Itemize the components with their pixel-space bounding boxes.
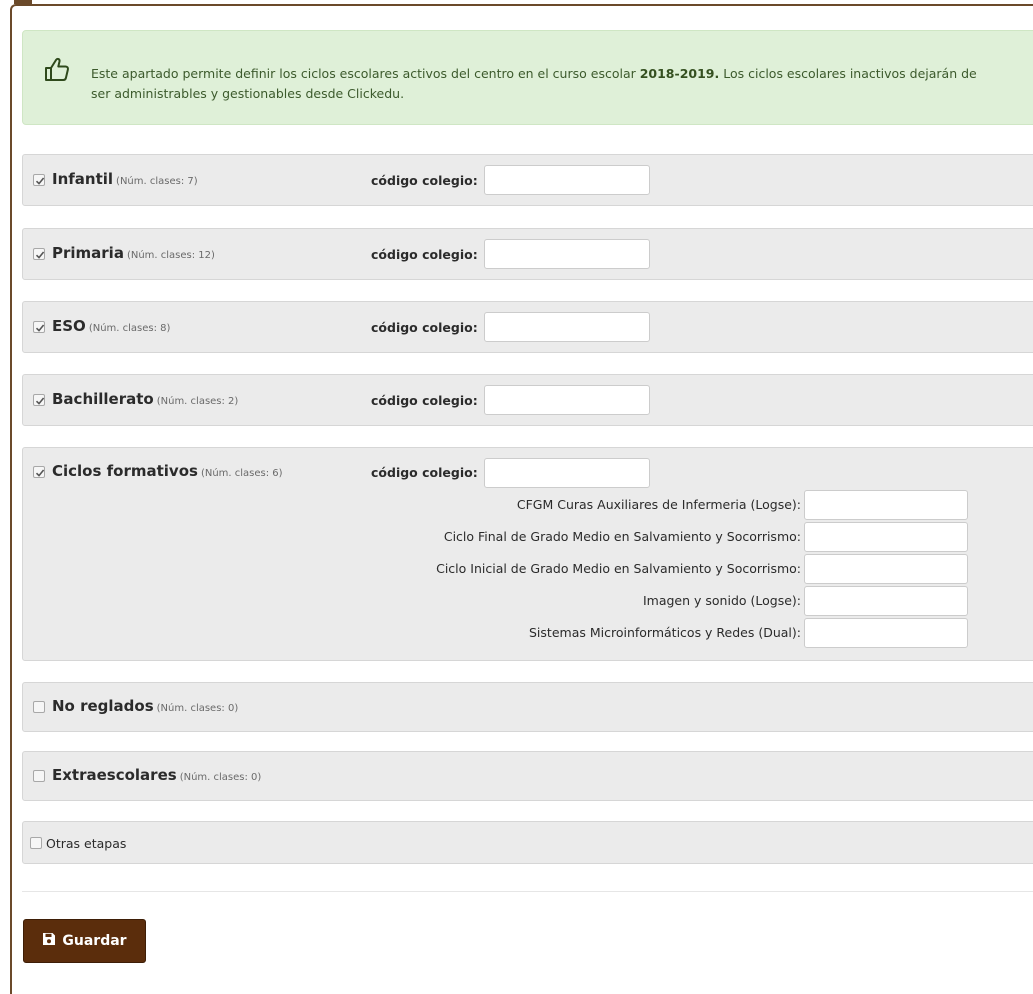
alert-school-year: 2018-2019. xyxy=(639,66,720,81)
alert-text-before: Este apartado permite definir los ciclos… xyxy=(91,66,640,81)
code-input-primaria[interactable] xyxy=(484,239,650,269)
stage-row-primaria: Primaria (Núm. clases: 12) código colegio… xyxy=(22,228,1033,280)
stage-label-bachillerato: Bachillerato (Núm. clases: 2) xyxy=(52,390,238,408)
floppy-disk-icon xyxy=(42,932,56,950)
alert-message: Este apartado permite definir los ciclos… xyxy=(91,64,991,104)
stage-label-extraescolares: Extraescolares (Núm. clases: 0) xyxy=(52,766,261,784)
stage-row-ciclos-formativos: Ciclos formativos (Núm. clases: 6) código… xyxy=(22,447,1033,661)
stage-name: No reglados xyxy=(52,697,154,715)
stage-name: Infantil xyxy=(52,170,114,188)
thumbs-up-icon xyxy=(43,55,71,83)
code-input-eso[interactable] xyxy=(484,312,650,342)
stage-name: ESO xyxy=(52,317,86,335)
stage-name: Bachillerato xyxy=(52,390,154,408)
stage-row-extraescolares: Extraescolares (Núm. clases: 0) xyxy=(22,751,1033,801)
code-label: código colegio: xyxy=(371,320,478,335)
stage-row-bachillerato: Bachillerato (Núm. clases: 2) código cole… xyxy=(22,374,1033,426)
code-label: código colegio: xyxy=(371,247,478,262)
ciclo-code-input-1[interactable] xyxy=(804,490,968,520)
otras-etapas-label: Otras etapas xyxy=(46,836,127,851)
save-button-label: Guardar xyxy=(62,933,127,949)
stage-count: (Núm. clases: 0) xyxy=(179,772,262,783)
stage-count: (Núm. clases: 8) xyxy=(88,323,171,334)
info-alert: Este apartado permite definir los ciclos… xyxy=(22,30,1033,125)
code-label: código colegio: xyxy=(371,173,478,188)
stage-row-infantil: Infantil (Núm. clases: 7) código colegio: xyxy=(22,154,1033,206)
stage-checkbox-extraescolares[interactable] xyxy=(33,770,45,782)
stage-count: (Núm. clases: 12) xyxy=(126,250,215,261)
ciclo-label: Sistemas Microinformáticos y Redes (Dual… xyxy=(529,625,801,640)
stage-name: Extraescolares xyxy=(52,766,177,784)
stage-checkbox-otras-etapas[interactable] xyxy=(30,837,42,849)
stage-checkbox-no-reglados[interactable] xyxy=(33,701,45,713)
stage-checkbox-infantil[interactable] xyxy=(33,174,45,186)
stage-checkbox-ciclos-formativos[interactable] xyxy=(33,466,45,478)
ciclo-code-input-5[interactable] xyxy=(804,618,968,648)
stage-row-otras-etapas: Otras etapas xyxy=(22,821,1033,864)
code-input-ciclos-formativos[interactable] xyxy=(484,458,650,488)
stage-row-no-reglados: No reglados (Núm. clases: 0) xyxy=(22,682,1033,732)
code-label: código colegio: xyxy=(371,393,478,408)
code-input-infantil[interactable] xyxy=(484,165,650,195)
stage-label-no-reglados: No reglados (Núm. clases: 0) xyxy=(52,697,238,715)
save-button[interactable]: Guardar xyxy=(23,919,146,963)
stage-label-infantil: Infantil (Núm. clases: 7) xyxy=(52,170,198,188)
stage-count: (Núm. clases: 0) xyxy=(156,703,239,714)
form-divider xyxy=(22,891,1033,892)
stage-name: Ciclos formativos xyxy=(52,462,198,480)
stage-count: (Núm. clases: 2) xyxy=(156,396,239,407)
stage-name: Primaria xyxy=(52,244,124,262)
stage-checkbox-eso[interactable] xyxy=(33,321,45,333)
stage-label-primaria: Primaria (Núm. clases: 12) xyxy=(52,244,215,262)
ciclo-label: Ciclo Inicial de Grado Medio en Salvamie… xyxy=(436,561,801,576)
ciclo-code-input-2[interactable] xyxy=(804,522,968,552)
stage-row-eso: ESO (Núm. clases: 8) código colegio: xyxy=(22,301,1033,353)
stage-count: (Núm. clases: 6) xyxy=(200,468,283,479)
stage-checkbox-primaria[interactable] xyxy=(33,248,45,260)
code-label: código colegio: xyxy=(371,465,478,480)
ciclo-label: Ciclo Final de Grado Medio en Salvamient… xyxy=(443,529,801,544)
ciclo-code-input-4[interactable] xyxy=(804,586,968,616)
code-input-bachillerato[interactable] xyxy=(484,385,650,415)
stage-label-eso: ESO (Núm. clases: 8) xyxy=(52,317,170,335)
ciclo-label: Imagen y sonido (Logse): xyxy=(642,593,801,608)
stage-count: (Núm. clases: 7) xyxy=(116,176,198,187)
stage-checkbox-bachillerato[interactable] xyxy=(33,394,45,406)
ciclo-code-input-3[interactable] xyxy=(804,554,968,584)
stage-label-ciclos-formativos: Ciclos formativos (Núm. clases: 6) xyxy=(52,462,283,480)
ciclo-label: CFGM Curas Auxiliares de Infermeria (Log… xyxy=(516,497,801,512)
